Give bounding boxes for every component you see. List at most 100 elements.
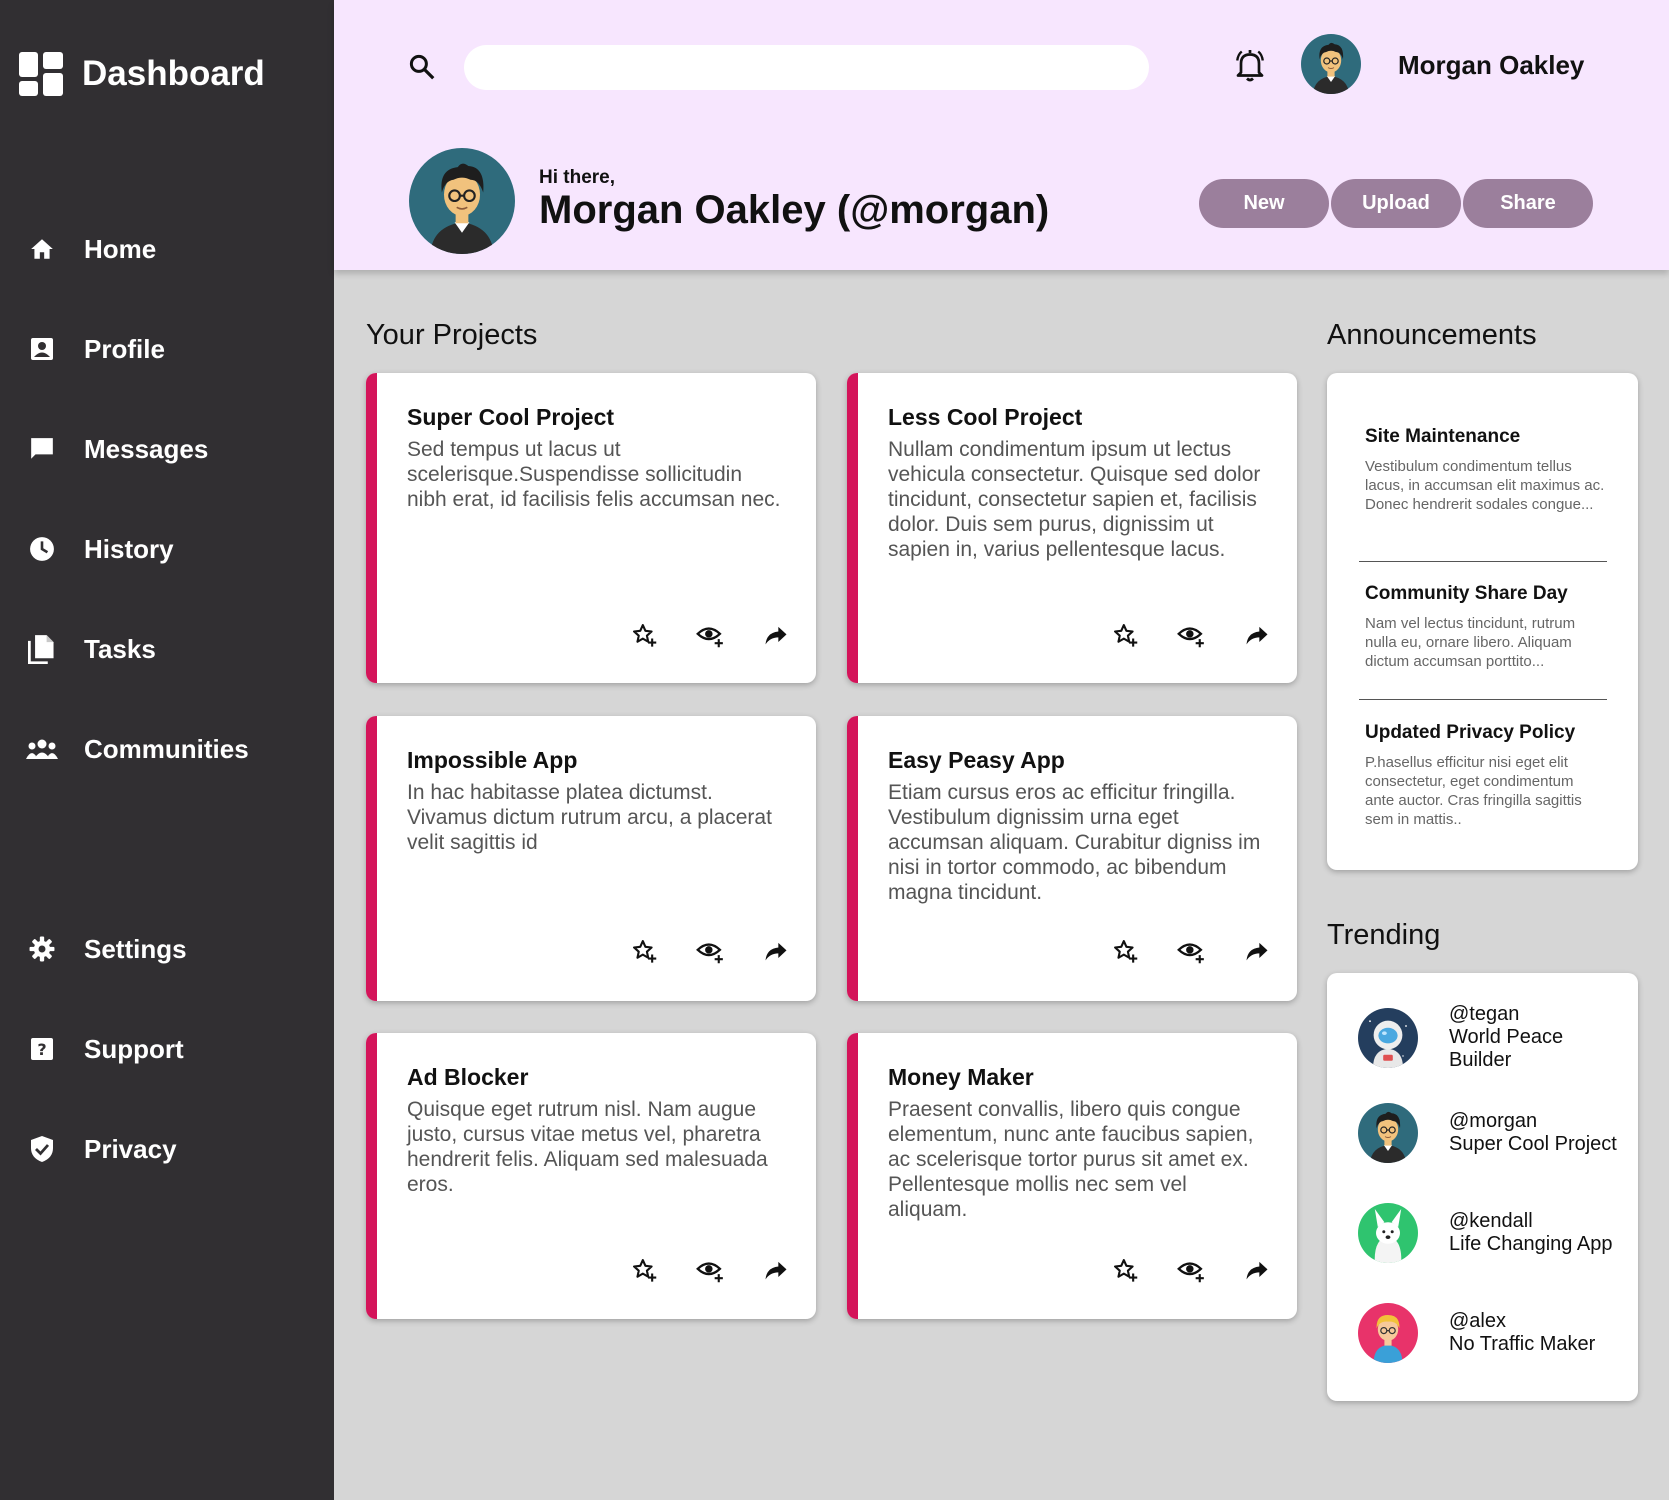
project-card[interactable]: Money Maker Praesent convallis, libero q…	[847, 1033, 1297, 1319]
watch-add-icon[interactable]	[696, 937, 724, 965]
share-icon[interactable]	[1243, 621, 1271, 649]
project-title: Less Cool Project	[888, 404, 1083, 430]
sidebar-item-label: Profile	[84, 333, 165, 364]
project-description: Sed tempus ut lacus ut scelerisque.Suspe…	[407, 438, 781, 511]
star-add-icon[interactable]	[630, 621, 658, 649]
share-icon[interactable]	[1243, 1256, 1271, 1284]
brand[interactable]: Dashboard	[19, 52, 265, 96]
avatar	[1358, 1008, 1418, 1068]
trending-text: @alex No Traffic Maker	[1449, 1310, 1619, 1356]
trending-project: Super Cool Project	[1449, 1133, 1617, 1155]
avatar	[1358, 1303, 1418, 1363]
trending-text: @tegan World Peace Builder	[1449, 1003, 1619, 1072]
project-title: Money Maker	[888, 1064, 1034, 1090]
project-card[interactable]: Ad Blocker Quisque eget rutrum nisl. Nam…	[366, 1033, 816, 1319]
star-add-icon[interactable]	[1111, 621, 1139, 649]
announcement-text: P.hasellus efficitur nisi eget elit cons…	[1365, 754, 1582, 828]
project-actions	[630, 1256, 790, 1284]
sidebar-item-home[interactable]: Home	[26, 229, 156, 269]
watch-add-icon[interactable]	[1177, 937, 1205, 965]
star-add-icon[interactable]	[1111, 1256, 1139, 1284]
sidebar-item-support[interactable]: ? Support	[26, 1029, 184, 1069]
share-button[interactable]: Share	[1463, 179, 1593, 228]
trending-project: No Traffic Maker	[1449, 1333, 1596, 1355]
share-icon[interactable]	[762, 937, 790, 965]
watch-add-icon[interactable]	[696, 1256, 724, 1284]
header-username[interactable]: Morgan Oakley	[1398, 50, 1584, 81]
project-card[interactable]: Super Cool Project Sed tempus ut lacus u…	[366, 373, 816, 683]
share-icon[interactable]	[762, 1256, 790, 1284]
search-input[interactable]	[464, 45, 1149, 90]
star-add-icon[interactable]	[630, 1256, 658, 1284]
trending-item[interactable]: @kendall Life Changing App	[1358, 1203, 1619, 1263]
sidebar: Dashboard Home Profile Messages History …	[0, 0, 334, 1500]
project-description: Quisque eget rutrum nisl. Nam augue just…	[407, 1098, 768, 1196]
announcement-item[interactable]: Site Maintenance Vestibulum condimentum …	[1365, 426, 1605, 514]
profile-avatar	[409, 148, 515, 254]
project-title: Super Cool Project	[407, 404, 615, 430]
sidebar-item-communities[interactable]: Communities	[26, 729, 249, 769]
project-description: In hac habitasse platea dictumst. Vivamu…	[407, 781, 772, 854]
people-icon	[26, 733, 58, 765]
announcements-title: Announcements	[1327, 319, 1537, 351]
avatar	[1358, 1203, 1418, 1263]
bell-icon[interactable]	[1232, 47, 1268, 83]
project-card[interactable]: Less Cool Project Nullam condimentum ips…	[847, 373, 1297, 683]
dashboard-grid-icon	[19, 52, 63, 96]
user-full-name: Morgan Oakley (@morgan)	[539, 188, 1050, 232]
announcement-title: Updated Privacy Policy	[1365, 722, 1576, 743]
project-card[interactable]: Impossible App In hac habitasse platea d…	[366, 716, 816, 1001]
trending-handle: @kendall	[1449, 1210, 1533, 1232]
share-icon[interactable]	[1243, 937, 1271, 965]
project-description: Praesent convallis, libero quis congue e…	[888, 1098, 1254, 1221]
sidebar-item-label: Privacy	[84, 1133, 177, 1164]
sidebar-item-profile[interactable]: Profile	[26, 329, 165, 369]
avatar[interactable]	[1301, 34, 1361, 94]
clock-icon	[26, 533, 58, 565]
sidebar-item-messages[interactable]: Messages	[26, 429, 208, 469]
watch-add-icon[interactable]	[1177, 621, 1205, 649]
star-add-icon[interactable]	[1111, 937, 1139, 965]
announcement-item[interactable]: Updated Privacy Policy P.hasellus effici…	[1365, 722, 1605, 829]
watch-add-icon[interactable]	[1177, 1256, 1205, 1284]
sidebar-item-label: Communities	[84, 733, 249, 764]
sidebar-item-tasks[interactable]: Tasks	[26, 629, 156, 669]
shield-icon	[26, 1133, 58, 1165]
announcement-title: Site Maintenance	[1365, 426, 1521, 447]
trending-title: Trending	[1327, 919, 1441, 951]
search-icon[interactable]	[407, 52, 437, 82]
project-actions	[1111, 1256, 1271, 1284]
project-actions	[1111, 621, 1271, 649]
project-actions	[630, 937, 790, 965]
trending-text: @morgan Super Cool Project	[1449, 1110, 1619, 1156]
star-add-icon[interactable]	[630, 937, 658, 965]
sidebar-item-label: Settings	[84, 933, 187, 964]
message-icon	[26, 433, 58, 465]
announcement-text: Vestibulum condimentum tellus lacus, in …	[1365, 458, 1605, 513]
share-icon[interactable]	[762, 621, 790, 649]
sidebar-item-settings[interactable]: Settings	[26, 929, 187, 969]
project-actions	[1111, 937, 1271, 965]
trending-item[interactable]: @alex No Traffic Maker	[1358, 1303, 1619, 1363]
trending-item[interactable]: @tegan World Peace Builder	[1358, 1003, 1619, 1072]
documents-icon	[26, 633, 58, 665]
divider	[1359, 561, 1607, 562]
sidebar-item-label: Tasks	[84, 633, 156, 664]
sidebar-item-label: Messages	[84, 433, 209, 464]
trending-item[interactable]: @morgan Super Cool Project	[1358, 1103, 1619, 1163]
trending-text: @kendall Life Changing App	[1449, 1210, 1619, 1256]
project-card[interactable]: Easy Peasy App Etiam cursus eros ac effi…	[847, 716, 1297, 1001]
sidebar-item-label: History	[84, 533, 174, 564]
trending-handle: @alex	[1449, 1310, 1506, 1332]
sidebar-item-history[interactable]: History	[26, 529, 174, 569]
announcement-text: Nam vel lectus tincidunt, rutrum nulla e…	[1365, 615, 1576, 670]
announcements-card: Site Maintenance Vestibulum condimentum …	[1327, 373, 1638, 870]
project-description: Etiam cursus eros ac efficitur fringilla…	[888, 781, 1261, 904]
new-button[interactable]: New	[1199, 179, 1329, 228]
project-description: Nullam condimentum ipsum ut lectus vehic…	[888, 438, 1261, 561]
trending-card: @tegan World Peace Builder @morgan Super…	[1327, 973, 1638, 1401]
sidebar-item-privacy[interactable]: Privacy	[26, 1129, 177, 1169]
announcement-item[interactable]: Community Share Day Nam vel lectus tinci…	[1365, 583, 1605, 671]
watch-add-icon[interactable]	[696, 621, 724, 649]
upload-button[interactable]: Upload	[1331, 179, 1461, 228]
